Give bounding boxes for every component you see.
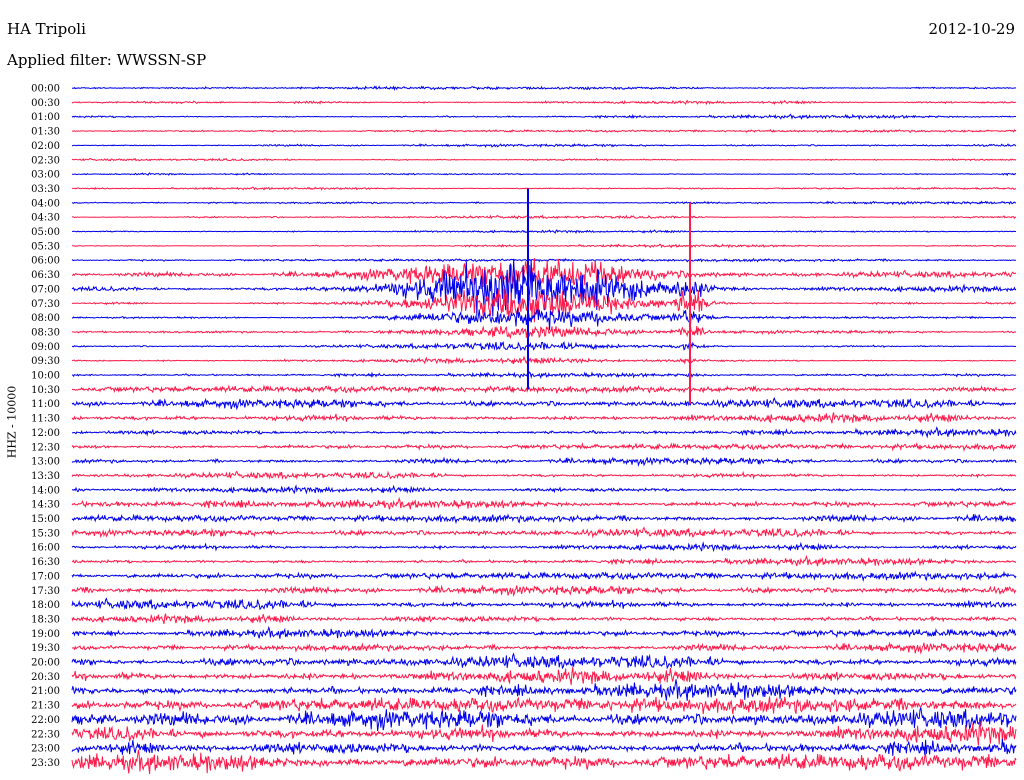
seismic-trace <box>71 484 1017 495</box>
row-time-label: 08:30 <box>31 327 60 338</box>
row-time-label: 12:00 <box>31 428 60 439</box>
seismic-trace <box>71 371 1017 379</box>
seismic-trace <box>71 200 1017 206</box>
seismic-trace <box>71 707 1017 732</box>
seismic-trace <box>71 541 1017 553</box>
row-time-label: 23:00 <box>31 744 60 755</box>
seismic-trace <box>71 325 1017 340</box>
row-time-label: 16:30 <box>31 557 60 568</box>
seismic-trace <box>71 652 1017 670</box>
row-time-label: 09:00 <box>31 342 60 353</box>
seismic-trace <box>71 679 1017 701</box>
seismic-trace <box>72 186 1017 191</box>
seismic-trace <box>71 613 1017 625</box>
seismic-trace <box>71 355 1017 365</box>
seismic-trace <box>71 641 1017 655</box>
row-time-label: 21:30 <box>31 701 60 712</box>
seismic-trace <box>71 696 1017 715</box>
row-time-label: 20:30 <box>31 672 60 683</box>
seismic-trace <box>71 308 1017 331</box>
row-time-label: 02:00 <box>31 141 60 152</box>
row-time-label: 19:30 <box>31 643 60 654</box>
row-time-label: 00:00 <box>31 84 60 95</box>
row-time-label: 16:00 <box>31 543 60 554</box>
row-time-label: 01:00 <box>31 112 60 123</box>
seismic-trace <box>71 257 1017 263</box>
row-time-label: 19:00 <box>31 629 60 640</box>
row-time-label: 11:30 <box>31 414 60 425</box>
row-time-label: 07:30 <box>31 299 60 310</box>
seismic-trace <box>71 384 1017 395</box>
seismic-trace <box>71 172 1017 177</box>
row-time-label: 11:00 <box>31 399 60 410</box>
row-time-label: 10:00 <box>31 371 60 382</box>
row-time-label: 07:00 <box>31 284 60 295</box>
seismic-trace <box>71 667 1017 686</box>
seismic-trace <box>71 412 1017 424</box>
seismic-trace <box>71 570 1017 583</box>
seismic-trace <box>71 441 1017 452</box>
seismic-trace <box>71 513 1017 525</box>
seismic-trace <box>71 129 1017 134</box>
row-time-label: 22:30 <box>31 729 60 740</box>
row-time-label: 14:30 <box>31 500 60 511</box>
row-time-label: 20:00 <box>31 658 60 669</box>
seismic-trace <box>72 243 1017 249</box>
row-time-label: 21:00 <box>31 686 60 697</box>
seismic-trace <box>71 526 1017 539</box>
seismic-trace <box>71 85 1017 91</box>
row-time-label: 03:30 <box>31 184 60 195</box>
row-time-label: 03:00 <box>31 170 60 181</box>
row-time-label: 04:30 <box>31 213 60 224</box>
seismic-trace <box>71 584 1017 597</box>
seismic-trace <box>71 99 1017 106</box>
row-time-label: 10:30 <box>31 385 60 396</box>
seismic-trace <box>71 229 1016 234</box>
seismic-trace <box>71 496 1017 510</box>
row-time-label: 14:00 <box>31 485 60 496</box>
row-time-label: 06:00 <box>31 256 60 267</box>
seismic-trace <box>72 257 1017 293</box>
row-time-label: 08:00 <box>31 313 60 324</box>
seismic-trace <box>71 456 1017 468</box>
row-time-label: 12:30 <box>31 442 60 453</box>
row-time-label: 15:00 <box>31 514 60 525</box>
row-time-label: 22:00 <box>31 715 60 726</box>
seismic-trace <box>71 597 1017 611</box>
seismic-trace <box>71 470 1017 480</box>
seismic-trace <box>71 143 1017 149</box>
row-time-label: 09:30 <box>31 356 60 367</box>
row-time-label: 04:00 <box>31 198 60 209</box>
seismic-trace <box>71 554 1017 567</box>
row-time-label: 18:30 <box>31 614 60 625</box>
seismic-trace <box>72 214 1017 220</box>
row-time-label: 23:30 <box>31 758 60 769</box>
row-time-label: 18:00 <box>31 600 60 611</box>
seismic-trace <box>71 113 1016 121</box>
row-time-label: 06:30 <box>31 270 60 281</box>
row-time-label: 17:30 <box>31 586 60 597</box>
seismic-trace <box>71 721 1017 746</box>
seismic-trace <box>71 625 1017 639</box>
row-time-label: 13:00 <box>31 457 60 468</box>
row-time-label: 13:30 <box>31 471 60 482</box>
row-time-label: 05:00 <box>31 227 60 238</box>
seismic-trace <box>72 157 1017 162</box>
seismic-trace <box>71 738 1017 757</box>
row-time-label: 01:30 <box>31 127 60 138</box>
row-time-label: 00:30 <box>31 98 60 109</box>
seismic-trace <box>71 749 1017 775</box>
row-time-label: 17:00 <box>31 571 60 582</box>
helicorder-plot: 00:00 00:30 01:00 01:30 02:00 02:30 03:00 03:30… <box>31 84 1017 775</box>
row-time-label: 05:30 <box>31 241 60 252</box>
row-time-label: 15:30 <box>31 528 60 539</box>
row-time-label: 02:30 <box>31 155 60 166</box>
seismic-trace <box>71 397 1017 411</box>
seismic-trace <box>71 426 1017 439</box>
seismic-trace <box>71 341 1017 351</box>
